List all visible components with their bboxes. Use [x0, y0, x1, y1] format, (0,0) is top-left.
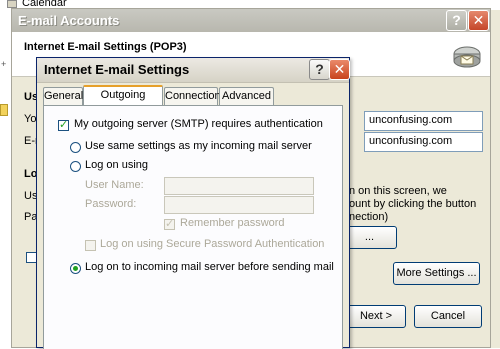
background-right-pane	[490, 10, 500, 348]
radio-same-settings[interactable]	[70, 142, 81, 153]
inner-close-button[interactable]: ✕	[329, 59, 350, 80]
info-text-line-3: nection)	[349, 211, 389, 223]
tab-general[interactable]: General	[43, 87, 83, 106]
password-label: Password:	[85, 198, 137, 210]
radio-same-settings-label[interactable]: Use same settings as my incoming mail se…	[85, 140, 312, 152]
smtp-auth-checkbox[interactable]	[58, 118, 69, 131]
close-button[interactable]: ✕	[468, 10, 489, 31]
user-name-input[interactable]	[164, 177, 314, 195]
mail-server-icon	[453, 46, 481, 68]
expand-icon[interactable]: +	[1, 59, 6, 69]
server-field-1[interactable]: unconfusing.com	[364, 111, 483, 131]
remember-password-checkbox[interactable]	[164, 217, 175, 230]
remember-password-label[interactable]: Remember password	[180, 217, 285, 229]
info-text-line-2: ount by clicking the button	[349, 198, 477, 210]
cancel-button[interactable]: Cancel	[414, 305, 482, 328]
internet-email-settings-title: Internet E-mail Settings	[44, 62, 190, 77]
email-accounts-title: E-mail Accounts	[18, 13, 120, 28]
spa-checkbox[interactable]	[85, 240, 96, 251]
inner-help-button[interactable]: ?	[309, 59, 330, 80]
help-button[interactable]: ?	[446, 10, 467, 31]
internet-email-settings-titlebar[interactable]: Internet E-mail Settings ? ✕	[37, 58, 350, 83]
tab-connection[interactable]: Connection	[164, 87, 221, 106]
password-input[interactable]	[164, 196, 314, 214]
email-accounts-titlebar[interactable]: E-mail Accounts ? ✕	[12, 9, 490, 32]
next-button[interactable]: Next >	[346, 305, 406, 328]
user-name-label: User Name:	[85, 179, 144, 191]
tab-advanced[interactable]: Advanced	[219, 87, 274, 106]
info-text-line-1: n on this screen, we	[349, 185, 447, 197]
folder-icon	[0, 104, 8, 116]
server-field-2[interactable]: unconfusing.com	[364, 132, 483, 152]
radio-log-on-incoming-label[interactable]: Log on to incoming mail server before se…	[85, 261, 334, 273]
radio-log-on-incoming[interactable]	[70, 263, 81, 274]
spa-label[interactable]: Log on using Secure Password Authenticat…	[100, 238, 324, 250]
radio-log-on-using-label[interactable]: Log on using	[85, 159, 148, 171]
calendar-icon	[7, 0, 17, 8]
internet-email-settings-dialog: Internet E-mail Settings ? ✕ General Out…	[36, 57, 350, 349]
outgoing-server-panel: My outgoing server (SMTP) requires authe…	[43, 105, 343, 349]
tab-outgoing-server[interactable]: Outgoing Server	[83, 85, 163, 118]
more-settings-button[interactable]: More Settings ...	[393, 262, 480, 285]
radio-log-on-using[interactable]	[70, 161, 81, 172]
header-title: Internet E-mail Settings (POP3)	[24, 41, 187, 53]
smtp-auth-label[interactable]: My outgoing server (SMTP) requires authe…	[74, 118, 323, 130]
test-settings-button[interactable]: ...	[342, 226, 397, 249]
